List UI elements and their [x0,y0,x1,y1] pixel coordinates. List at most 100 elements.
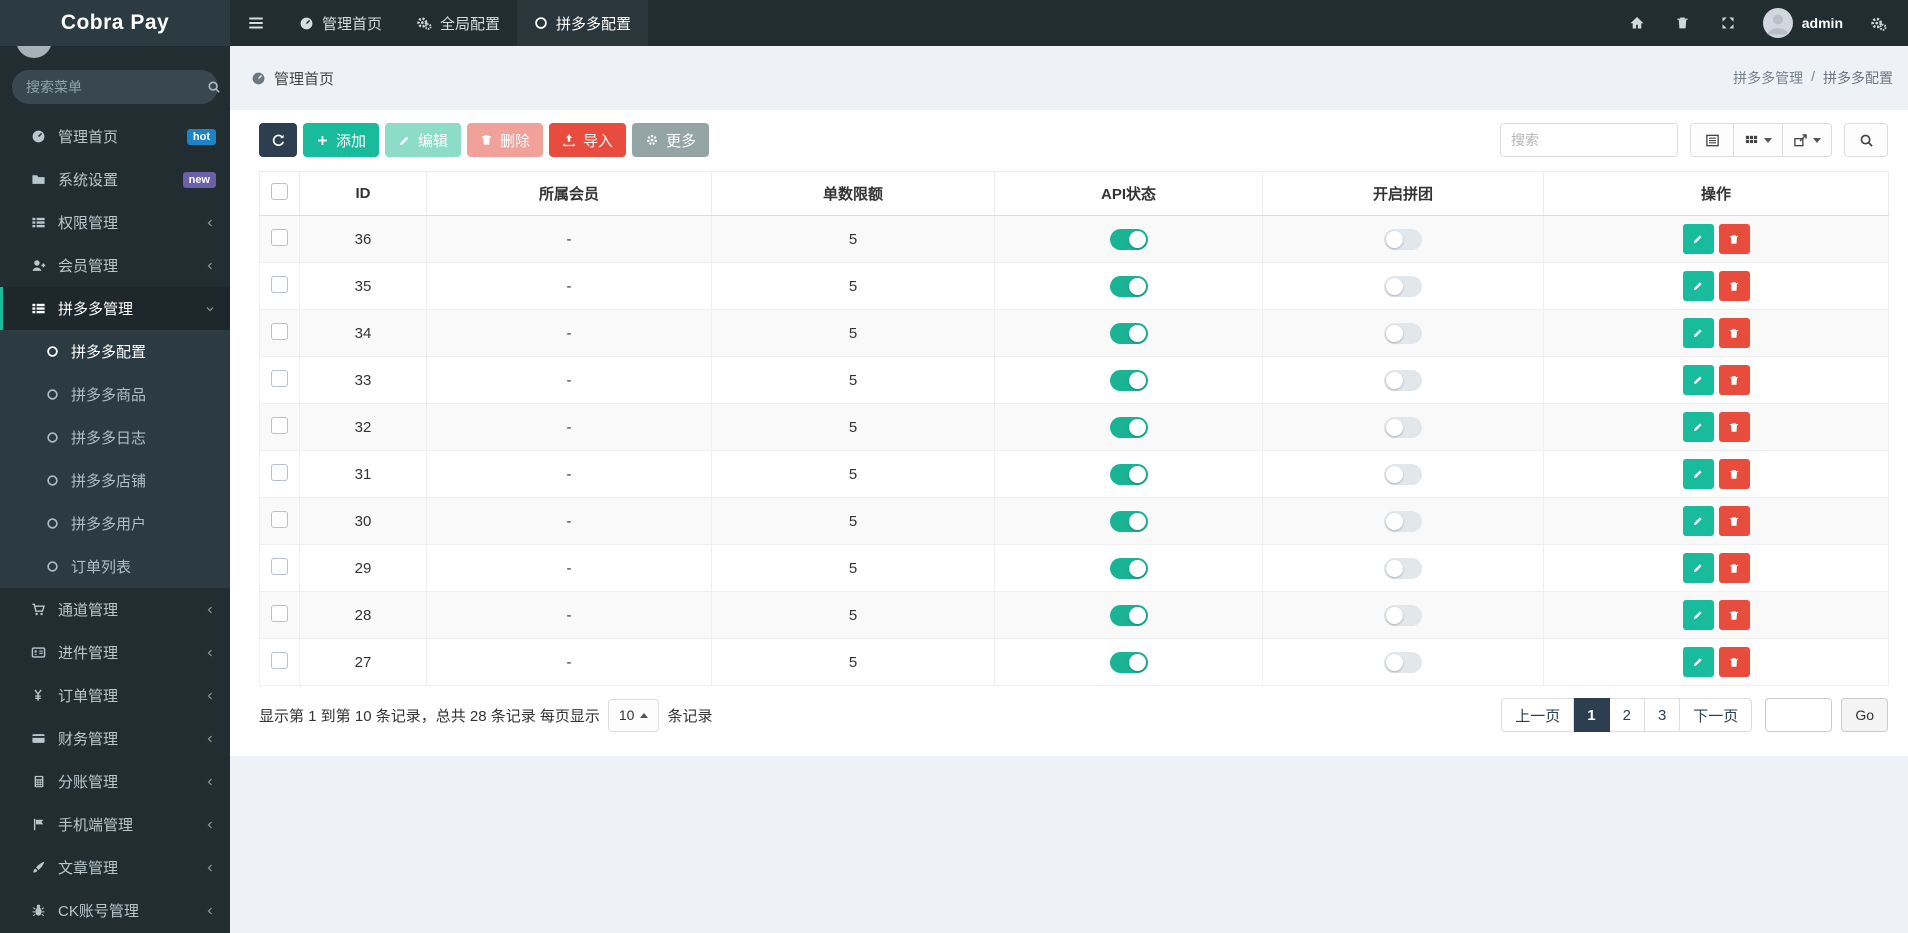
row-checkbox[interactable] [271,322,288,340]
sidebar-item-articles[interactable]: 文章管理 [0,846,230,889]
sidebar-item-ck-accounts[interactable]: CK账号管理 [0,889,230,932]
row-delete-button[interactable] [1718,224,1750,254]
sidebar-item-system-settings[interactable]: 系统设置 new [0,158,230,201]
group-buy-toggle[interactable] [1384,463,1422,485]
row-delete-button[interactable] [1718,553,1750,583]
table-search-input[interactable] [1500,123,1678,157]
page-button-3[interactable]: 3 [1644,698,1681,732]
api-status-toggle[interactable] [1109,463,1148,485]
go-button[interactable]: Go [1841,698,1888,732]
group-buy-toggle[interactable] [1384,369,1422,391]
row-checkbox[interactable] [271,510,288,528]
nav-tab-dashboard[interactable]: 管理首页 [282,0,399,46]
sidebar-item-channels[interactable]: 通道管理 [0,588,230,631]
row-checkbox[interactable] [271,275,288,293]
sidebar-item-permissions[interactable]: 权限管理 [0,201,230,244]
row-edit-button[interactable] [1682,459,1714,489]
api-status-toggle[interactable] [1109,557,1148,579]
sidebar-item-onboarding[interactable]: 进件管理 [0,631,230,674]
sidebar-subitem-pdd-logs[interactable]: 拼多多日志 [0,416,230,459]
edit-button[interactable]: 编辑 [385,123,462,157]
api-status-toggle[interactable] [1109,604,1148,626]
row-checkbox[interactable] [271,416,288,434]
sidebar-item-members[interactable]: 会员管理 [0,244,230,287]
row-checkbox[interactable] [271,604,288,622]
group-buy-toggle[interactable] [1384,651,1422,673]
group-buy-toggle[interactable] [1384,275,1422,297]
page-size-dropdown[interactable]: 10 [607,698,660,732]
sidebar-item-dashboard[interactable]: 管理首页 hot [0,115,230,158]
row-edit-button[interactable] [1682,412,1714,442]
sidebar-subitem-pdd-goods[interactable]: 拼多多商品 [0,373,230,416]
user-menu[interactable]: admin [1751,8,1855,38]
home-icon[interactable] [1614,0,1660,46]
api-status-toggle[interactable] [1109,228,1148,250]
sidebar-subitem-pdd-shops[interactable]: 拼多多店铺 [0,459,230,502]
delete-button[interactable]: 删除 [467,123,544,157]
fullscreen-icon[interactable] [1705,0,1751,46]
row-edit-button[interactable] [1682,506,1714,536]
row-checkbox[interactable] [271,228,288,246]
page-button-2[interactable]: 2 [1609,698,1645,732]
api-status-toggle[interactable] [1109,651,1148,673]
search-icon[interactable] [207,80,221,94]
trash-icon[interactable] [1660,0,1705,46]
row-delete-button[interactable] [1718,506,1750,536]
api-status-toggle[interactable] [1109,275,1148,297]
page-button-1[interactable]: 1 [1574,698,1610,732]
group-buy-toggle[interactable] [1384,322,1422,344]
row-edit-button[interactable] [1682,318,1714,348]
api-status-toggle[interactable] [1109,322,1148,344]
breadcrumb-parent[interactable]: 拼多多管理 [1733,68,1803,88]
group-buy-toggle[interactable] [1384,557,1422,579]
settings-gears-icon[interactable] [1855,0,1902,46]
row-delete-button[interactable] [1718,600,1750,630]
group-buy-toggle[interactable] [1384,228,1422,250]
columns-button[interactable] [1734,123,1783,157]
row-delete-button[interactable] [1718,412,1750,442]
sidebar-item-finance[interactable]: 财务管理 [0,717,230,760]
api-status-toggle[interactable] [1109,369,1148,391]
more-button[interactable]: 更多 [632,123,710,157]
row-delete-button[interactable] [1718,271,1750,301]
row-delete-button[interactable] [1718,459,1750,489]
row-edit-button[interactable] [1682,647,1714,677]
row-delete-button[interactable] [1718,647,1750,677]
prev-page-button[interactable]: 上一页 [1501,698,1575,732]
group-buy-toggle[interactable] [1384,510,1422,532]
api-status-toggle[interactable] [1109,510,1148,532]
sidebar-search-input[interactable] [26,79,207,95]
import-button[interactable]: 导入 [549,123,627,157]
sidebar-subitem-order-list[interactable]: 订单列表 [0,545,230,588]
refresh-button[interactable] [259,123,297,157]
row-edit-button[interactable] [1682,271,1714,301]
breadcrumb-home[interactable]: 管理首页 [274,68,334,89]
export-button[interactable] [1783,123,1832,157]
row-checkbox[interactable] [271,463,288,481]
detail-view-button[interactable] [1690,123,1734,157]
next-page-button[interactable]: 下一页 [1680,698,1753,732]
row-edit-button[interactable] [1682,600,1714,630]
row-edit-button[interactable] [1682,553,1714,583]
sidebar-subitem-pdd-users[interactable]: 拼多多用户 [0,502,230,545]
sidebar-toggle-button[interactable] [230,0,282,46]
nav-tab-global-config[interactable]: 全局配置 [399,0,517,46]
search-button[interactable] [1844,123,1888,157]
row-delete-button[interactable] [1718,318,1750,348]
sidebar-item-mobile[interactable]: 手机端管理 [0,803,230,846]
row-edit-button[interactable] [1682,365,1714,395]
row-checkbox[interactable] [271,369,288,387]
group-buy-toggle[interactable] [1384,604,1422,626]
group-buy-toggle[interactable] [1384,416,1422,438]
api-status-toggle[interactable] [1109,416,1148,438]
sidebar-item-pdd-management[interactable]: 拼多多管理 [0,287,230,330]
row-checkbox[interactable] [271,557,288,575]
row-checkbox[interactable] [271,651,288,669]
row-delete-button[interactable] [1718,365,1750,395]
select-all-checkbox[interactable] [271,183,288,200]
sidebar-item-orders[interactable]: 订单管理 [0,674,230,717]
goto-page-input[interactable] [1765,698,1833,732]
nav-tab-pdd-config[interactable]: 拼多多配置 [517,0,649,46]
add-button[interactable]: 添加 [303,123,380,157]
sidebar-item-split-accounts[interactable]: 分账管理 [0,760,230,803]
